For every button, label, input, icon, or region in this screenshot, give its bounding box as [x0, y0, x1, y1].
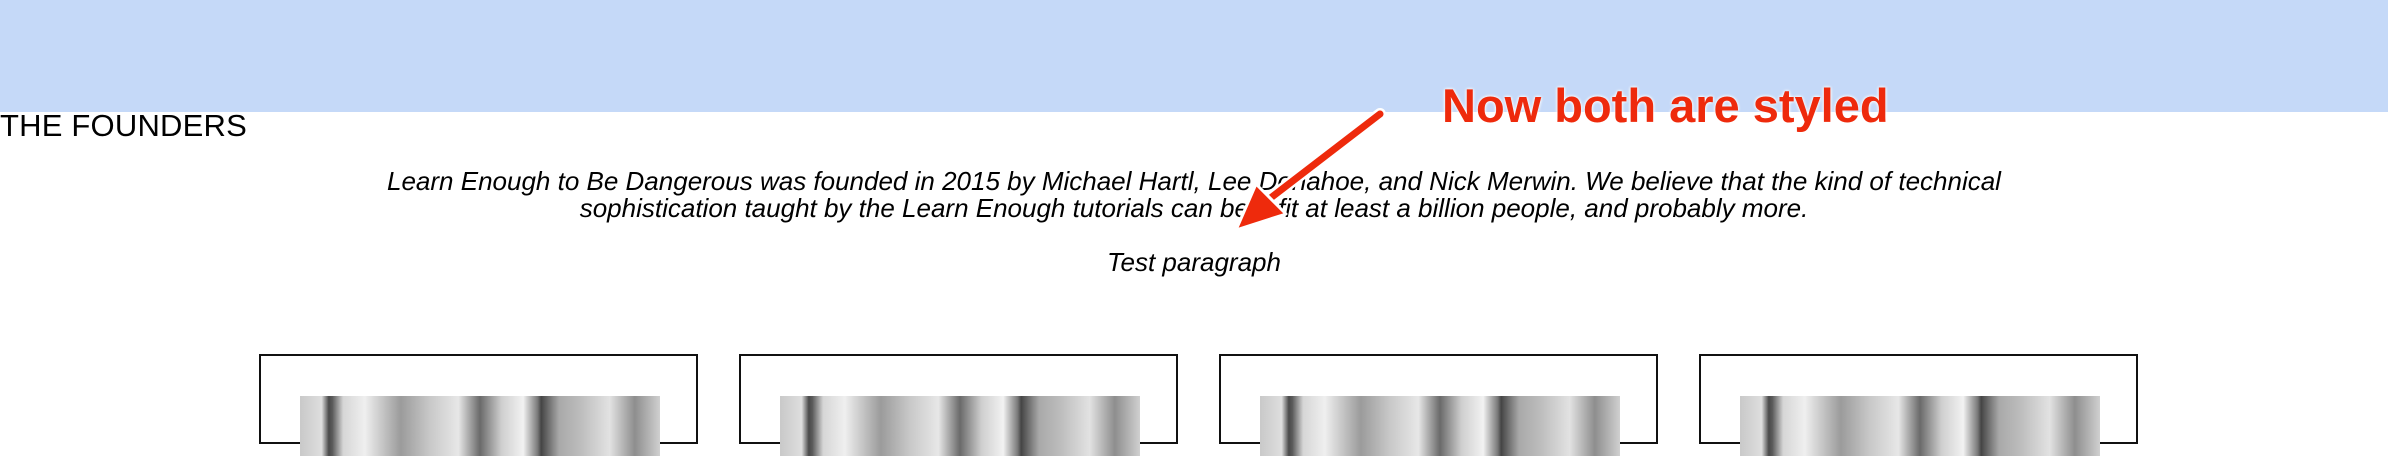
annotation-arrow-icon — [1234, 108, 1386, 232]
annotation-label: Now both are styled — [1442, 79, 1889, 132]
